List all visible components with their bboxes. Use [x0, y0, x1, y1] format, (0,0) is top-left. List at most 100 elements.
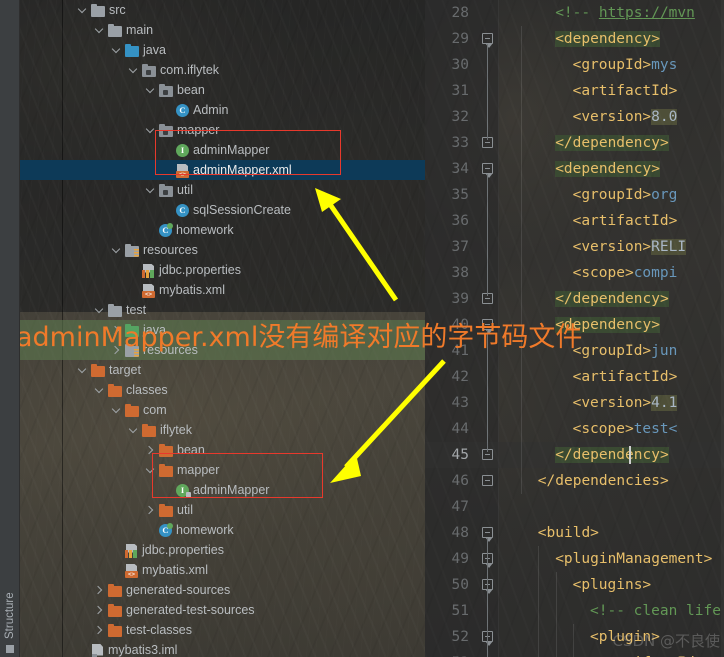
chevron-down-icon[interactable] — [111, 245, 122, 256]
fold-expand-icon[interactable] — [482, 33, 493, 48]
line-number: 35 — [451, 187, 469, 203]
tree-row[interactable]: test — [20, 300, 425, 320]
code-line[interactable]: 32 <version>8.0 — [425, 104, 724, 130]
code-line[interactable]: 53 <artifactId> — [425, 650, 724, 657]
tree-row[interactable]: src — [20, 0, 425, 20]
code-line[interactable]: 35 <groupId>org — [425, 182, 724, 208]
tree-row[interactable]: bean — [20, 80, 425, 100]
code-line[interactable]: 46 </dependencies> — [425, 468, 724, 494]
code-line[interactable]: 38 <scope>compi — [425, 260, 724, 286]
tree-row[interactable]: test-classes — [20, 620, 425, 640]
tree-row[interactable]: com — [20, 400, 425, 420]
chevron-down-icon[interactable] — [77, 365, 88, 376]
java-class-icon: C — [176, 204, 189, 217]
code-line[interactable]: 44 <scope>test< — [425, 416, 724, 442]
tree-row[interactable]: target — [20, 360, 425, 380]
chevron-right-icon[interactable] — [94, 625, 105, 636]
code-line[interactable]: 28 <!-- https://mvn — [425, 0, 724, 26]
compiled-class-icon: I — [176, 484, 191, 498]
line-number: 32 — [451, 109, 469, 125]
tree-row[interactable]: util — [20, 180, 425, 200]
tree-row[interactable]: mapper — [20, 120, 425, 140]
code-text: <!-- https://mvn — [555, 5, 695, 21]
tree-row[interactable]: jdbc.properties — [20, 260, 425, 280]
tree-row[interactable]: jdbc.properties — [20, 540, 425, 560]
code-line[interactable]: 47 — [425, 494, 724, 520]
code-line[interactable]: 33 </dependency> — [425, 130, 724, 156]
tree-row[interactable]: iflytek — [20, 420, 425, 440]
chevron-down-icon[interactable] — [145, 85, 156, 96]
code-line[interactable]: 51 <!-- clean life — [425, 598, 724, 624]
code-line[interactable]: 34 <dependency> — [425, 156, 724, 182]
tree-row[interactable]: generated-test-sources — [20, 600, 425, 620]
code-text: <pluginManagement> — [555, 551, 713, 567]
chevron-right-icon[interactable] — [145, 445, 156, 456]
chevron-down-icon[interactable] — [145, 125, 156, 136]
chevron-right-icon[interactable] — [145, 505, 156, 516]
chevron-down-icon[interactable] — [111, 405, 122, 416]
tree-row[interactable]: C Admin — [20, 100, 425, 120]
resources-folder-icon — [125, 243, 139, 257]
tree-row[interactable]: adminMapper.xml — [20, 160, 425, 180]
chevron-down-icon[interactable] — [128, 65, 139, 76]
tree-row[interactable]: IadminMapper — [20, 140, 425, 160]
chevron-down-icon[interactable] — [145, 465, 156, 476]
fold-expand-icon[interactable] — [482, 163, 493, 178]
chevron-down-icon[interactable] — [94, 385, 105, 396]
code-line[interactable]: 45 </dependency> — [425, 442, 724, 468]
tree-row[interactable]: IadminMapper — [20, 480, 425, 500]
chevron-right-icon[interactable] — [94, 605, 105, 616]
tree-row[interactable]: util — [20, 500, 425, 520]
tree-row[interactable]: Chomework — [20, 520, 425, 540]
line-number: 51 — [451, 603, 469, 619]
tree-row[interactable]: mybatis3.iml — [20, 640, 425, 657]
chevron-down-icon[interactable] — [94, 305, 105, 316]
chevron-right-icon[interactable] — [94, 585, 105, 596]
package-icon — [159, 83, 173, 97]
code-line[interactable]: 48 <build> — [425, 520, 724, 546]
tree-row[interactable]: java — [20, 40, 425, 60]
chevron-down-icon[interactable] — [128, 425, 139, 436]
code-line[interactable]: 39 </dependency> — [425, 286, 724, 312]
structure-tool-button[interactable]: Structure — [0, 581, 20, 653]
tree-row[interactable]: main — [20, 20, 425, 40]
code-text: <groupId>org — [572, 187, 678, 203]
code-line[interactable]: 36 <artifactId> — [425, 208, 724, 234]
chevron-down-icon[interactable] — [145, 185, 156, 196]
tree-row-label: com — [143, 403, 167, 417]
tree-row[interactable]: resources — [20, 240, 425, 260]
tree-row[interactable]: Chomework — [20, 220, 425, 240]
annotation-note-text: adminMapper.xml没有编译对应的字节码文件 — [16, 322, 583, 353]
code-line[interactable]: 31 <artifactId> — [425, 78, 724, 104]
tree-row[interactable]: bean — [20, 440, 425, 460]
line-number: 39 — [451, 291, 469, 307]
fold-collapse-icon[interactable] — [482, 475, 493, 486]
tree-row[interactable]: generated-sources — [20, 580, 425, 600]
fold-expand-icon[interactable] — [482, 527, 493, 542]
tree-row[interactable]: classes — [20, 380, 425, 400]
chevron-down-icon[interactable] — [77, 5, 88, 16]
code-line[interactable]: 43 <version>4.1 — [425, 390, 724, 416]
code-line[interactable]: 42 <artifactId> — [425, 364, 724, 390]
code-line[interactable]: 49 <pluginManagement> — [425, 546, 724, 572]
tree-row[interactable]: mybatis.xml — [20, 560, 425, 580]
tree-row-label: Admin — [193, 103, 229, 117]
tree-row-label: java — [143, 43, 166, 57]
tree-row[interactable]: CsqlSessionCreate — [20, 200, 425, 220]
left-tool-window-bar[interactable]: Structure — [0, 0, 20, 657]
package-icon — [159, 123, 173, 137]
tree-row[interactable]: mapper — [20, 460, 425, 480]
code-line[interactable]: 29 <dependency> — [425, 26, 724, 52]
chevron-down-icon[interactable] — [94, 25, 105, 36]
code-line[interactable]: 50 <plugins> — [425, 572, 724, 598]
code-line[interactable]: 37 <version>RELI — [425, 234, 724, 260]
code-line[interactable]: 30 <groupId>mys — [425, 52, 724, 78]
line-number: 48 — [451, 525, 469, 541]
tree-row[interactable]: mybatis.xml — [20, 280, 425, 300]
tree-row-label: com.iflytek — [160, 63, 220, 77]
chevron-down-icon[interactable] — [111, 45, 122, 56]
excluded-folder-icon — [108, 383, 122, 397]
tree-row[interactable]: com.iflytek — [20, 60, 425, 80]
